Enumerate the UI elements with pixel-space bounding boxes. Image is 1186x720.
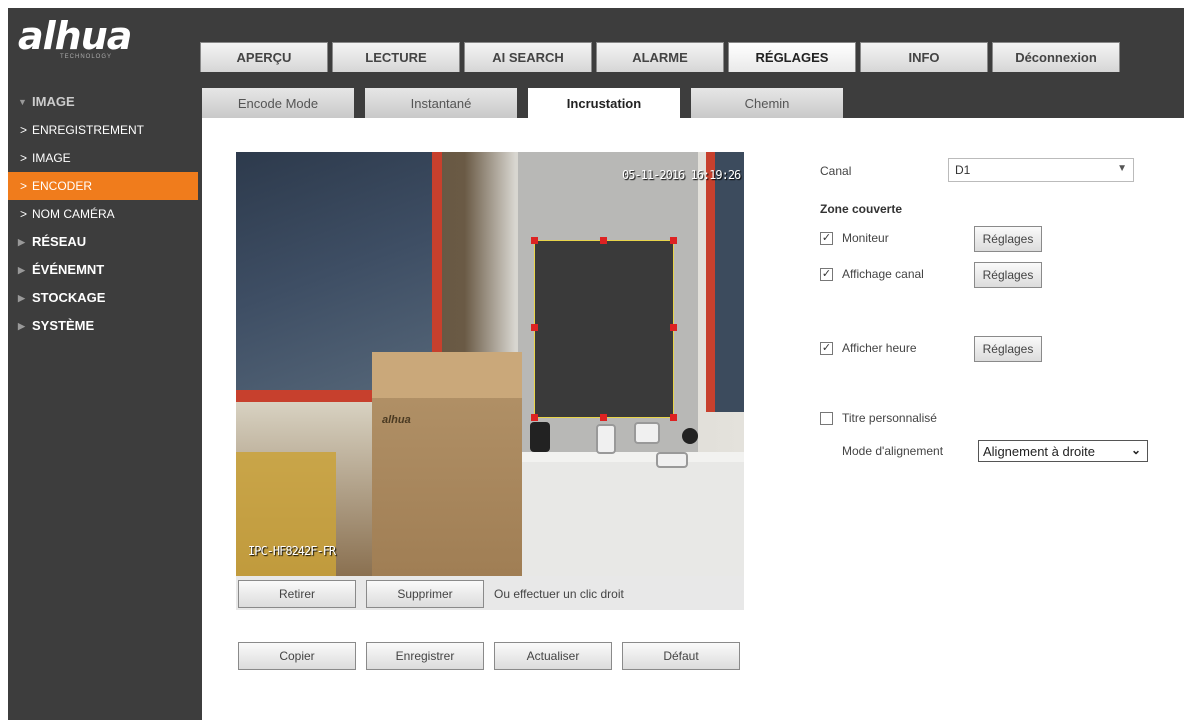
titre-personnalise-checkbox[interactable] [820, 412, 833, 425]
video-preview[interactable]: alhua 05-11-2016 16:19:26 IPC-HF8242F-FR [236, 152, 744, 576]
tab-info[interactable]: INFO [860, 42, 988, 72]
sidebar-group-label: IMAGE [32, 94, 75, 109]
resize-handle[interactable] [531, 237, 538, 244]
tab-alarme[interactable]: ALARME [596, 42, 724, 72]
main-content: Encode Mode Instantané Incrustation Chem… [202, 88, 1184, 720]
titre-personnalise-label: Titre personnalisé [842, 411, 937, 425]
afficher-heure-reglages-button[interactable]: Réglages [974, 336, 1042, 362]
chevron-right-icon: > [20, 207, 28, 221]
tab-chemin[interactable]: Chemin [691, 88, 843, 118]
tab-instantane[interactable]: Instantané [365, 88, 517, 118]
alignment-value: Alignement à droite [983, 443, 1096, 459]
camera-product-icon [682, 428, 698, 444]
resize-handle[interactable] [600, 237, 607, 244]
affichage-canal-label: Affichage canal [842, 267, 924, 281]
sidebar-group-systeme[interactable]: ▶ SYSTÈME [8, 312, 202, 340]
chevron-down-icon: ⌄ [1130, 443, 1141, 457]
app-window: alhua TECHNOLOGY APERÇU LECTURE AI SEARC… [8, 8, 1184, 720]
tab-apercu[interactable]: APERÇU [200, 42, 328, 72]
logo-subtitle: TECHNOLOGY [60, 54, 113, 60]
moniteur-reglages-button[interactable]: Réglages [974, 226, 1042, 252]
sidebar-item-label: ENREGISTREMENT [32, 123, 145, 137]
actualiser-button[interactable]: Actualiser [494, 642, 612, 670]
camera-product-icon [656, 452, 688, 468]
supprimer-button[interactable]: Supprimer [366, 580, 484, 608]
scene-window-right [706, 152, 744, 412]
resize-handle[interactable] [600, 414, 607, 421]
sidebar-item-encoder[interactable]: > ENCODER [8, 172, 198, 200]
resize-handle[interactable] [670, 324, 677, 331]
top-navigation: APERÇU LECTURE AI SEARCH ALARME RÉGLAGES… [200, 42, 1124, 72]
zone-couverte-label: Zone couverte [820, 202, 903, 216]
sidebar-item-enregistrement[interactable]: > ENREGISTREMENT [8, 116, 202, 144]
tab-encode-mode[interactable]: Encode Mode [202, 88, 354, 118]
camera-product-icon [530, 422, 550, 452]
collapsed-triangle-icon: ▶ [18, 265, 25, 275]
sidebar-group-label: SYSTÈME [32, 318, 95, 333]
osd-channel-title[interactable]: IPC-HF8242F-FR [248, 544, 336, 558]
canal-select[interactable]: D1 ▼ [948, 158, 1134, 182]
affichage-canal-checkbox[interactable]: ✓ [820, 268, 833, 281]
tab-ai-search[interactable]: AI SEARCH [464, 42, 592, 72]
chevron-right-icon: > [20, 151, 28, 165]
tab-lecture[interactable]: LECTURE [332, 42, 460, 72]
alignment-label: Mode d'alignement [842, 444, 944, 458]
chevron-right-icon: > [20, 123, 28, 137]
collapsed-triangle-icon: ▶ [18, 237, 25, 247]
sidebar-group-evenement[interactable]: ▶ ÉVÉNEMNT [8, 256, 202, 284]
moniteur-label: Moniteur [842, 231, 889, 245]
collapsed-triangle-icon: ▶ [18, 293, 25, 303]
sidebar-item-label: NOM CAMÉRA [32, 207, 115, 221]
sidebar-group-label: ÉVÉNEMNT [32, 262, 105, 277]
dahua-logo: alhua TECHNOLOGY [18, 16, 188, 66]
box-brand-text: alhua [382, 414, 411, 426]
chevron-right-icon: > [20, 179, 28, 193]
expanded-triangle-icon: ▼ [18, 97, 27, 107]
defaut-button[interactable]: Défaut [622, 642, 740, 670]
collapsed-triangle-icon: ▶ [18, 321, 25, 331]
afficher-heure-checkbox[interactable]: ✓ [820, 342, 833, 355]
logo-text: alhua [18, 14, 132, 58]
sidebar-item-label: ENCODER [32, 179, 93, 193]
sidebar-item-nom-camera[interactable]: > NOM CAMÉRA [8, 200, 202, 228]
tab-reglages[interactable]: RÉGLAGES [728, 42, 856, 72]
sidebar-item-label: IMAGE [32, 151, 71, 165]
sidebar-group-stockage[interactable]: ▶ STOCKAGE [8, 284, 202, 312]
alignment-select[interactable]: Alignement à droite ⌄ [978, 440, 1148, 462]
camera-product-icon [634, 422, 660, 444]
right-click-hint: Ou effectuer un clic droit [494, 587, 624, 601]
sidebar-item-image[interactable]: > IMAGE [8, 144, 202, 172]
osd-timestamp[interactable]: 05-11-2016 16:19:26 [622, 168, 741, 182]
sidebar: ▼ IMAGE > ENREGISTREMENT > IMAGE > ENCODER … [8, 88, 202, 340]
moniteur-checkbox[interactable]: ✓ [820, 232, 833, 245]
resize-handle[interactable] [670, 237, 677, 244]
scene-box-top [372, 352, 522, 398]
camera-product-icon [596, 424, 616, 454]
resize-handle[interactable] [670, 414, 677, 421]
affichage-canal-reglages-button[interactable]: Réglages [974, 262, 1042, 288]
sidebar-group-image[interactable]: ▼ IMAGE [8, 88, 202, 116]
canal-value: D1 [955, 163, 971, 177]
resize-handle[interactable] [531, 324, 538, 331]
resize-handle[interactable] [531, 414, 538, 421]
privacy-mask-region[interactable] [534, 240, 674, 418]
sub-tabs: Encode Mode Instantané Incrustation Chem… [202, 88, 1184, 118]
afficher-heure-label: Afficher heure [842, 341, 917, 355]
canal-label: Canal [820, 164, 852, 178]
sidebar-group-reseau[interactable]: ▶ RÉSEAU [8, 228, 202, 256]
enregistrer-button[interactable]: Enregistrer [366, 642, 484, 670]
tab-deconnexion[interactable]: Déconnexion [992, 42, 1120, 72]
sidebar-group-label: RÉSEAU [32, 234, 87, 249]
sidebar-group-label: STOCKAGE [32, 290, 106, 305]
dropdown-arrow-icon: ▼ [1117, 163, 1127, 174]
tab-incrustation[interactable]: Incrustation [528, 88, 680, 118]
copier-button[interactable]: Copier [238, 642, 356, 670]
retirer-button[interactable]: Retirer [238, 580, 356, 608]
scene-cabinet [518, 452, 744, 576]
